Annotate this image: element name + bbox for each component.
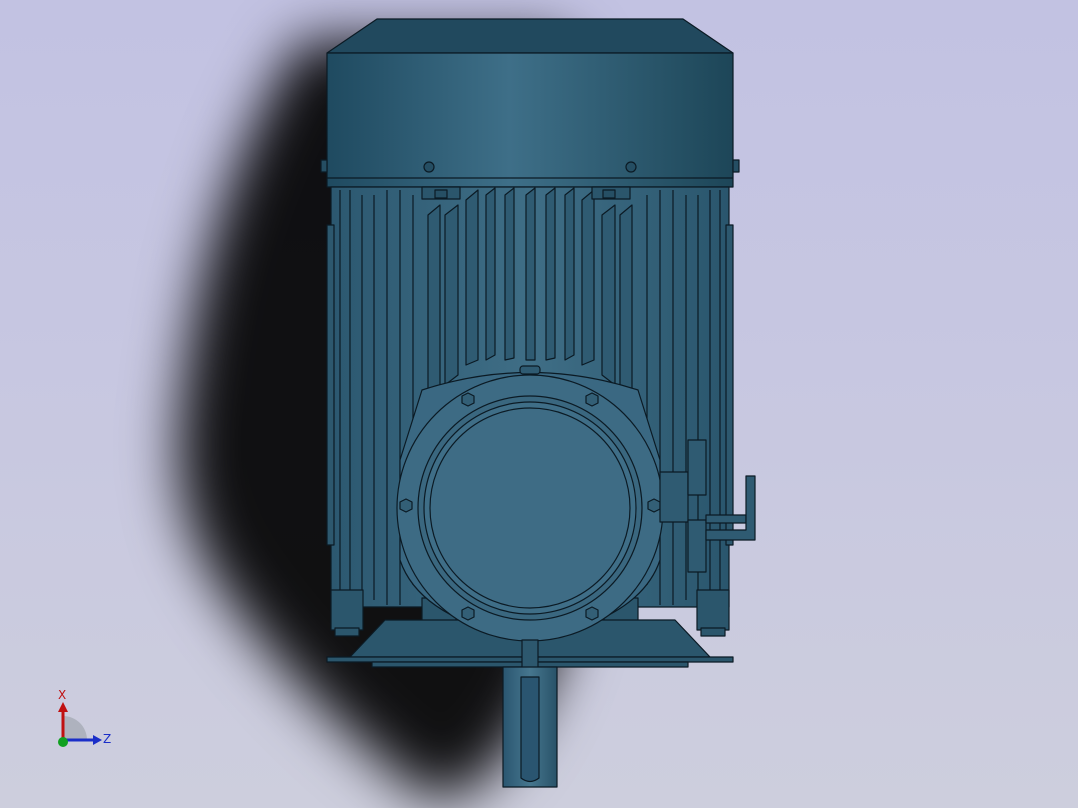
orientation-triad	[58, 702, 102, 747]
triad-z-label: Z	[103, 732, 112, 746]
graphics-viewport[interactable]: X Z	[0, 0, 1078, 808]
terminal-box[interactable]	[396, 365, 664, 642]
fan-hood[interactable]	[320, 18, 740, 188]
triad-x-label: X	[58, 688, 67, 702]
